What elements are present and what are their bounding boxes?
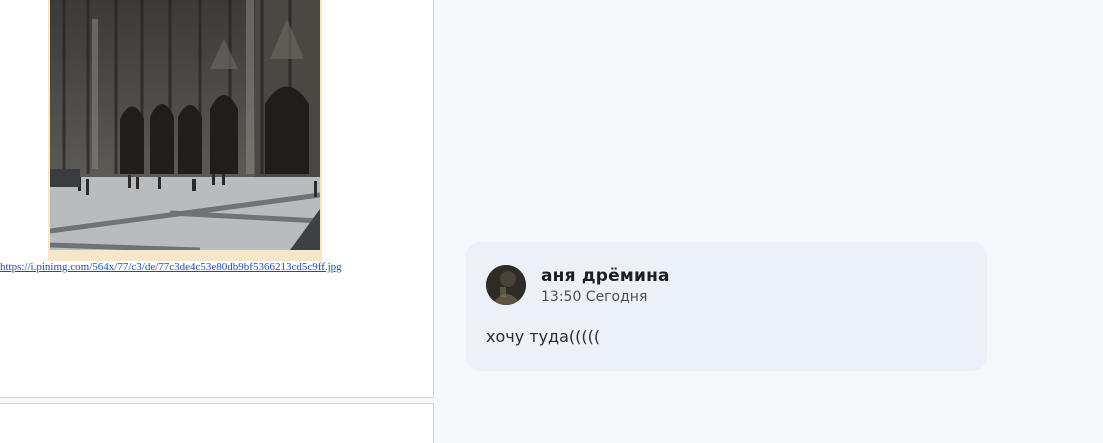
next-post-panel xyxy=(0,403,434,443)
post-panel: https://i.pinimg.com/564x/77/c3/de/77c3d… xyxy=(0,0,434,398)
post-image[interactable] xyxy=(50,0,320,250)
post-image-frame xyxy=(48,0,322,261)
avatar-photo-icon xyxy=(486,265,526,305)
cathedral-photo-illustration xyxy=(50,0,320,250)
comment-time: 13:50 Сегодня xyxy=(541,289,648,305)
comment-card: аня дрёмина 13:50 Сегодня хочу туда((((( xyxy=(466,242,987,371)
image-url-link[interactable]: https://i.pinimg.com/564x/77/c3/de/77c3d… xyxy=(0,261,342,273)
comment-author[interactable]: аня дрёмина xyxy=(541,266,670,286)
avatar[interactable] xyxy=(486,265,526,305)
comment-text: хочу туда((((( xyxy=(486,327,601,346)
